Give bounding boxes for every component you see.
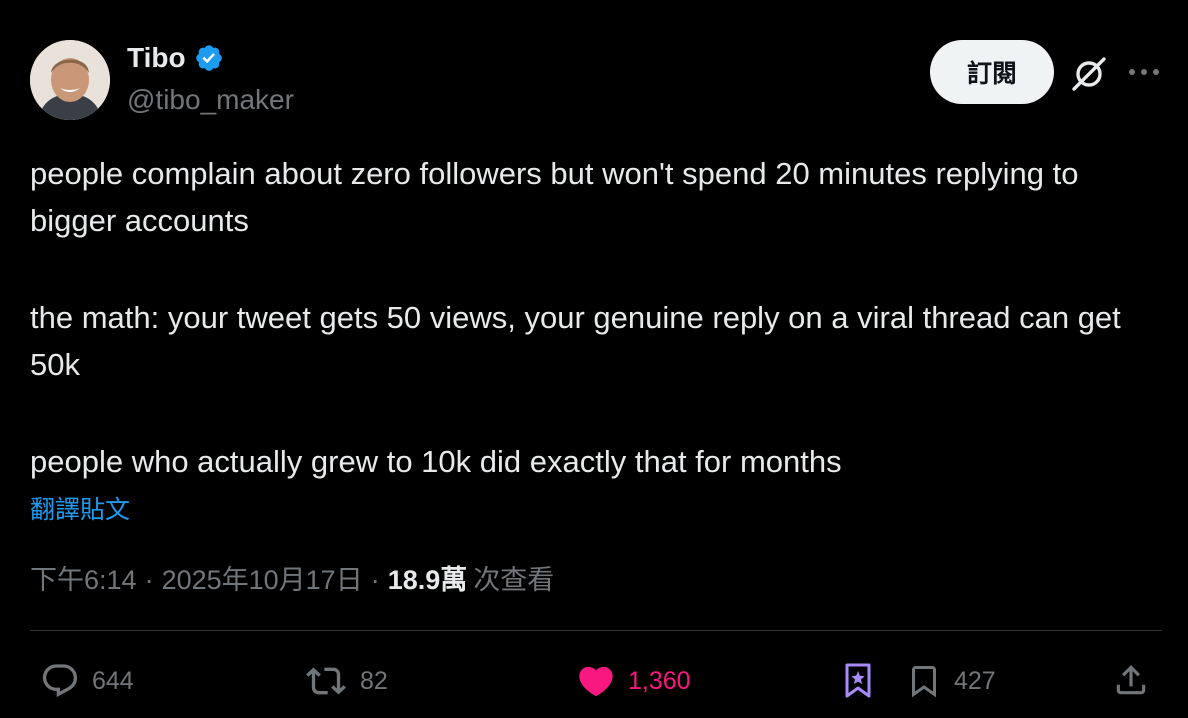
bookmark-icon [906, 661, 942, 701]
grok-icon[interactable] [1070, 55, 1108, 93]
author-handle[interactable]: @tibo_maker [127, 84, 294, 116]
more-icon[interactable] [1126, 60, 1162, 84]
tweet-paragraph: the math: your tweet gets 50 views, your… [30, 300, 1121, 382]
bookmark-button[interactable]: 427 [906, 660, 996, 702]
subscribe-button[interactable]: 訂閱 [930, 40, 1054, 104]
translate-link[interactable]: 翻譯貼文 [30, 490, 130, 526]
repost-count: 82 [360, 666, 388, 695]
views-count[interactable]: 18.9萬 [388, 558, 468, 597]
bookmark-count: 427 [954, 666, 996, 695]
reply-button[interactable]: 644 [40, 660, 134, 702]
tweet-meta: 下午6:14 · 2025年10月17日 · 18.9萬 次查看 [30, 558, 554, 597]
tweet-time[interactable]: 下午6:14 [30, 558, 137, 597]
tweet-paragraph: people who actually grew to 10k did exac… [30, 444, 842, 479]
author-name[interactable]: Tibo [127, 42, 186, 74]
reply-count: 644 [92, 666, 134, 695]
repost-button[interactable]: 82 [304, 660, 388, 702]
avatar[interactable] [30, 40, 110, 120]
repost-icon [304, 661, 348, 701]
tweet-text: people complain about zero followers but… [30, 150, 1160, 485]
like-button[interactable]: 1,360 [576, 660, 691, 702]
verified-badge-icon [194, 43, 224, 73]
like-count: 1,360 [628, 666, 691, 695]
tweet-date[interactable]: 2025年10月17日 [162, 558, 363, 597]
share-icon[interactable] [1112, 660, 1150, 705]
reply-icon [40, 661, 80, 701]
views-label: 次查看 [473, 565, 555, 595]
tweet-paragraph: people complain about zero followers but… [30, 156, 1079, 238]
divider [30, 630, 1162, 631]
heart-icon [576, 661, 616, 701]
grok-bookmark-icon[interactable] [842, 662, 874, 705]
